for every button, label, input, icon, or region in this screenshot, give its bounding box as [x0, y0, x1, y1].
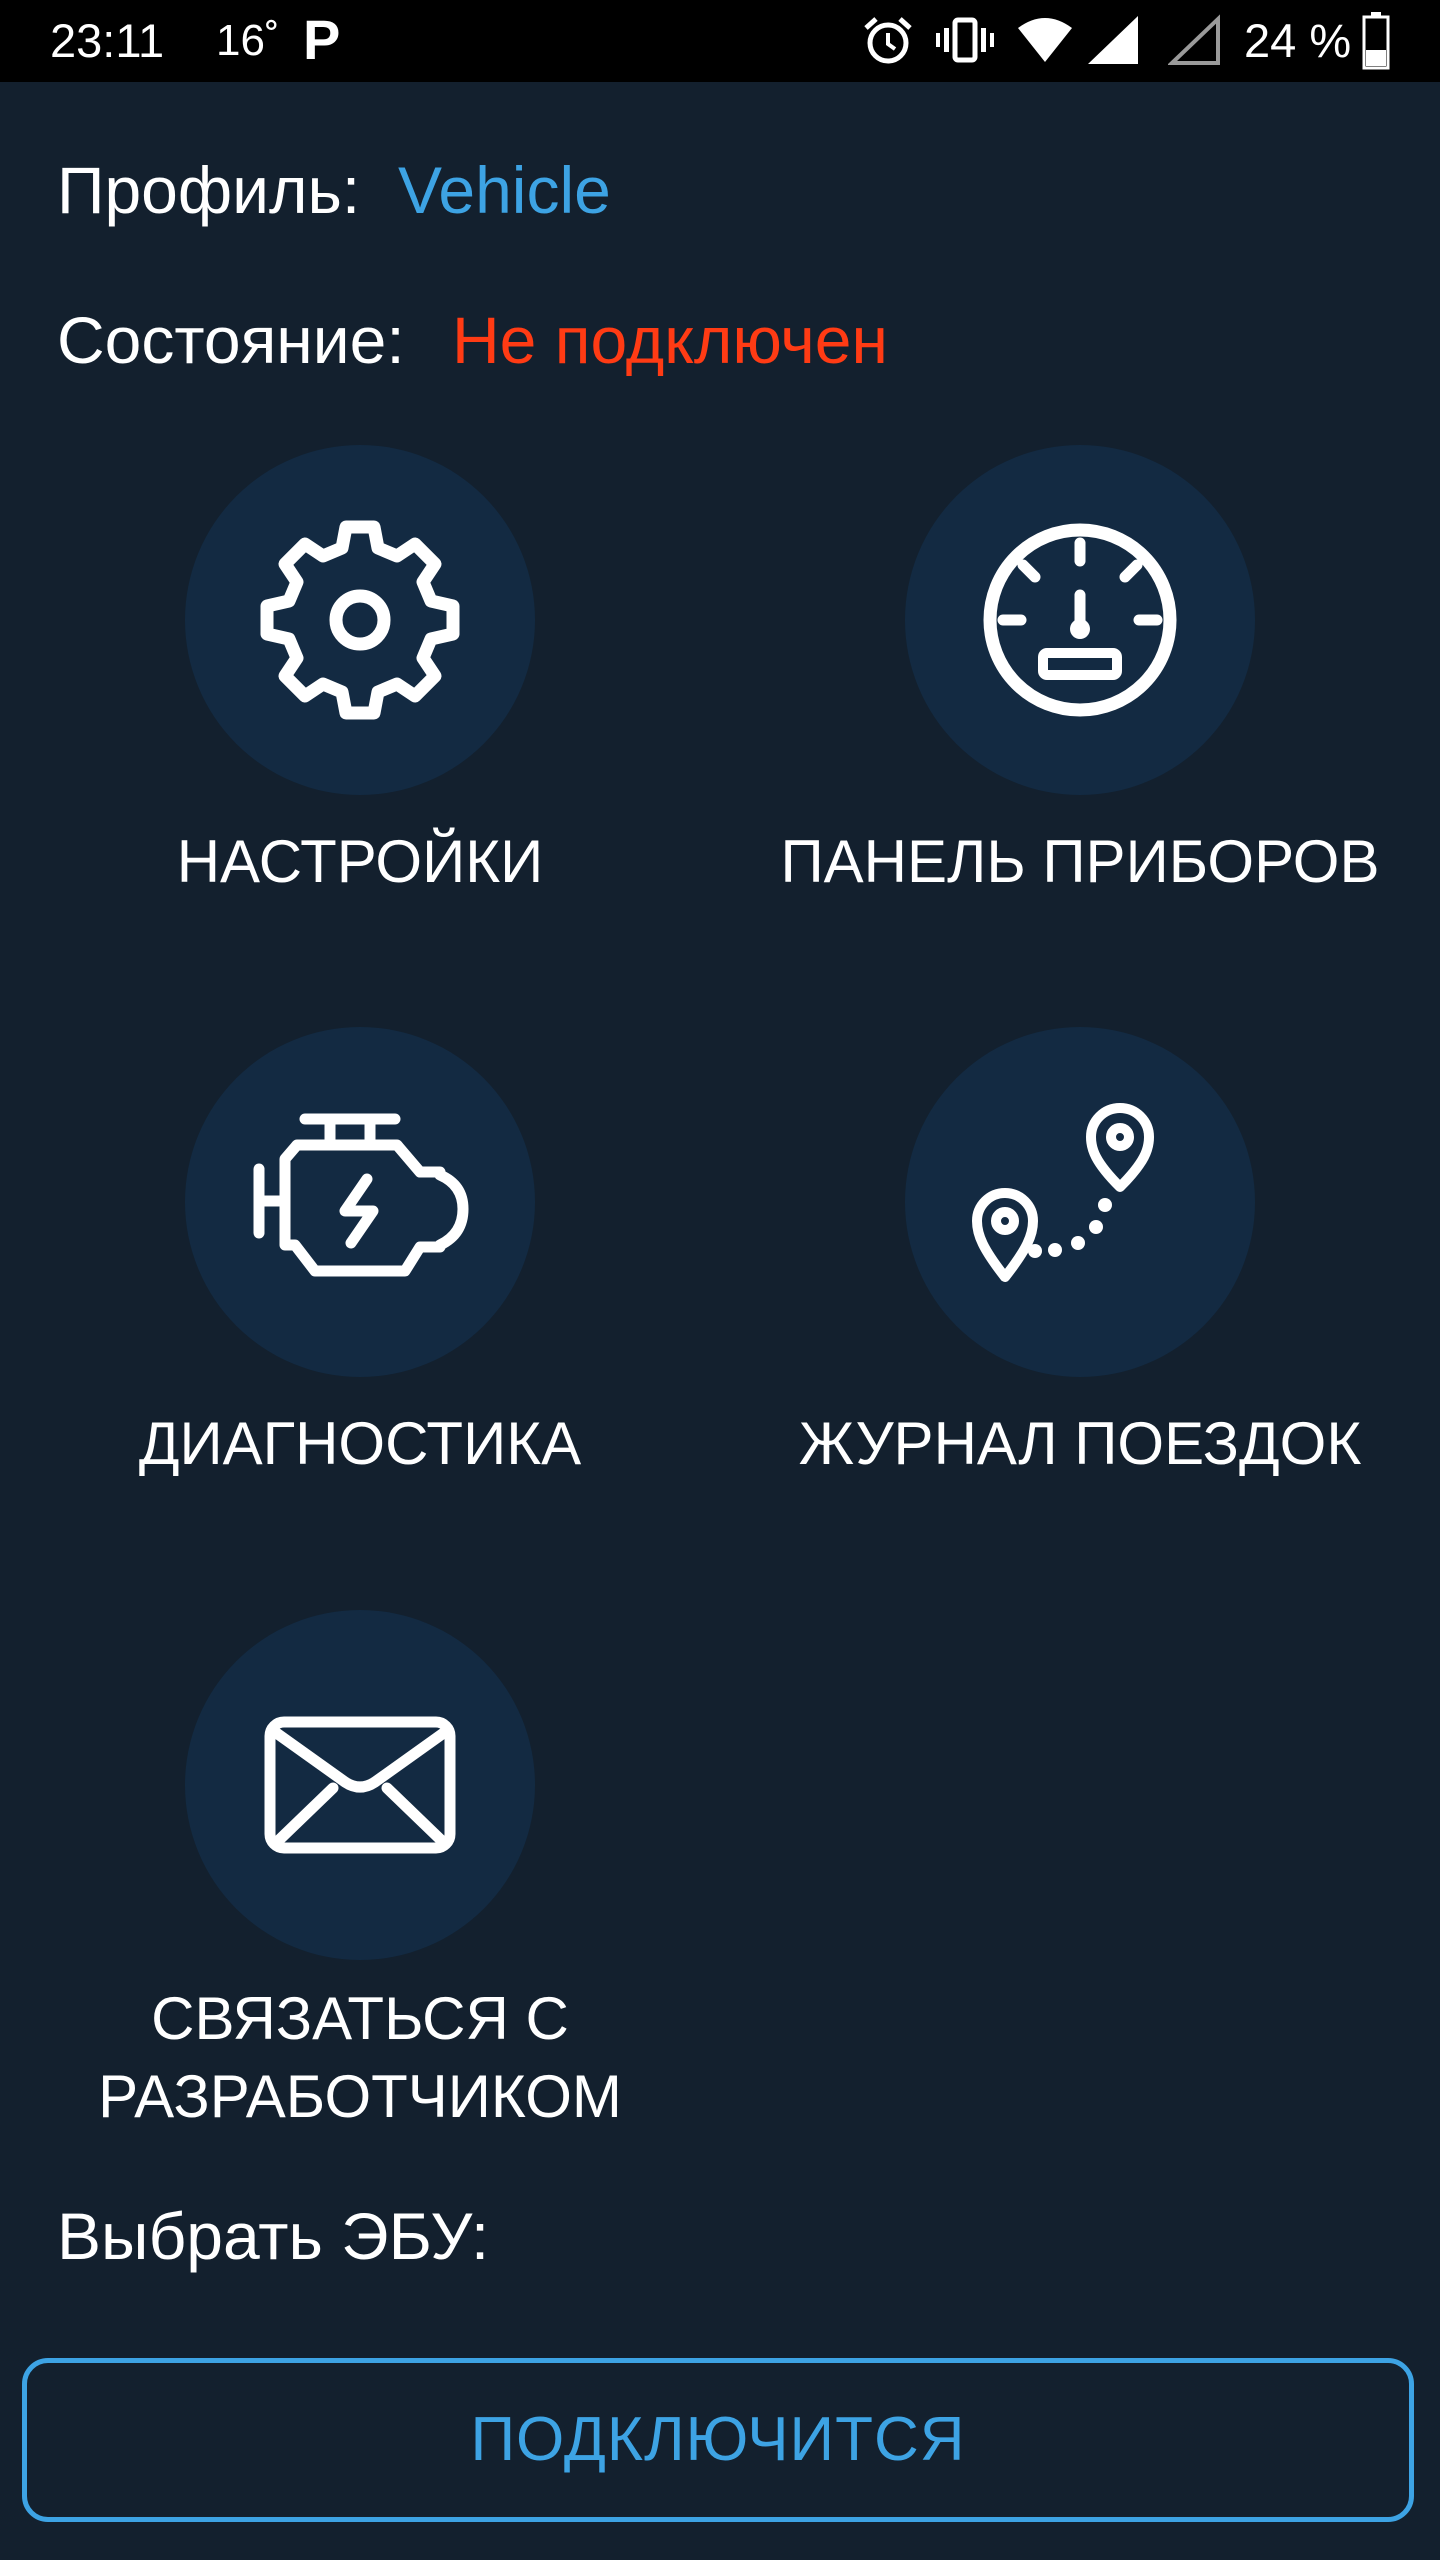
diagnostics-tile-label: ДИАГНОСТИКА	[138, 1410, 582, 1477]
alarm-icon	[864, 17, 912, 64]
dashboard-tile[interactable]: ПАНЕЛЬ ПРИБОРОВ	[720, 445, 1440, 915]
signal-full-icon	[1088, 16, 1138, 64]
trip-log-tile-label: ЖУРНАЛ ПОЕЗДОК	[798, 1410, 1362, 1477]
route-pins-icon	[972, 1103, 1154, 1282]
status-bar: 23:11 16˚ P 24 %	[0, 0, 1440, 82]
battery-icon	[1362, 12, 1390, 70]
ecu-select-label: Выбрать ЭБУ:	[57, 2199, 490, 2273]
notification-app-icon: P	[303, 8, 341, 71]
contact-developer-tile-label: СВЯЗАТЬСЯ С РАЗРАБОТЧИКОМ	[98, 1985, 622, 2130]
profile-label: Профиль:	[57, 153, 361, 227]
status-time: 23:11	[50, 14, 165, 67]
settings-tile-label: НАСТРОЙКИ	[176, 828, 544, 895]
contact-developer-tile[interactable]: СВЯЗАТЬСЯ С РАЗРАБОТЧИКОМ	[0, 1610, 720, 2130]
connection-status-value: Не подключен	[452, 303, 888, 377]
vibrate-icon	[936, 17, 994, 63]
connect-button[interactable]: ПОДКЛЮЧИТСЯ	[22, 2358, 1414, 2522]
trip-log-tile[interactable]: ЖУРНАЛ ПОЕЗДОК	[720, 1027, 1440, 1497]
connection-status-label: Состояние:	[57, 303, 405, 377]
trip-log-icon-circle[interactable]	[905, 1027, 1255, 1377]
dashboard-icon-circle[interactable]	[905, 445, 1255, 795]
settings-tile[interactable]: НАСТРОЙКИ	[0, 445, 720, 915]
settings-icon-circle[interactable]	[185, 445, 535, 795]
dashboard-tile-label: ПАНЕЛЬ ПРИБОРОВ	[780, 828, 1380, 895]
wifi-icon	[1018, 18, 1072, 62]
speedometer-icon	[983, 523, 1177, 717]
envelope-icon	[264, 1716, 456, 1854]
battery-percent: 24 %	[1244, 14, 1352, 67]
diagnostics-icon-circle[interactable]	[185, 1027, 535, 1377]
diagnostics-tile[interactable]: ДИАГНОСТИКА	[0, 1027, 720, 1497]
profile-value[interactable]: Vehicle	[398, 150, 611, 230]
app-screen: 23:11 16˚ P 24 % Профиль: Vehicle Состоя…	[0, 0, 1440, 2560]
status-temperature: 16˚	[216, 16, 280, 65]
contact-developer-icon-circle[interactable]	[185, 1610, 535, 1960]
signal-empty-icon	[1168, 14, 1220, 65]
gear-icon	[260, 520, 460, 720]
engine-icon	[253, 1113, 469, 1277]
